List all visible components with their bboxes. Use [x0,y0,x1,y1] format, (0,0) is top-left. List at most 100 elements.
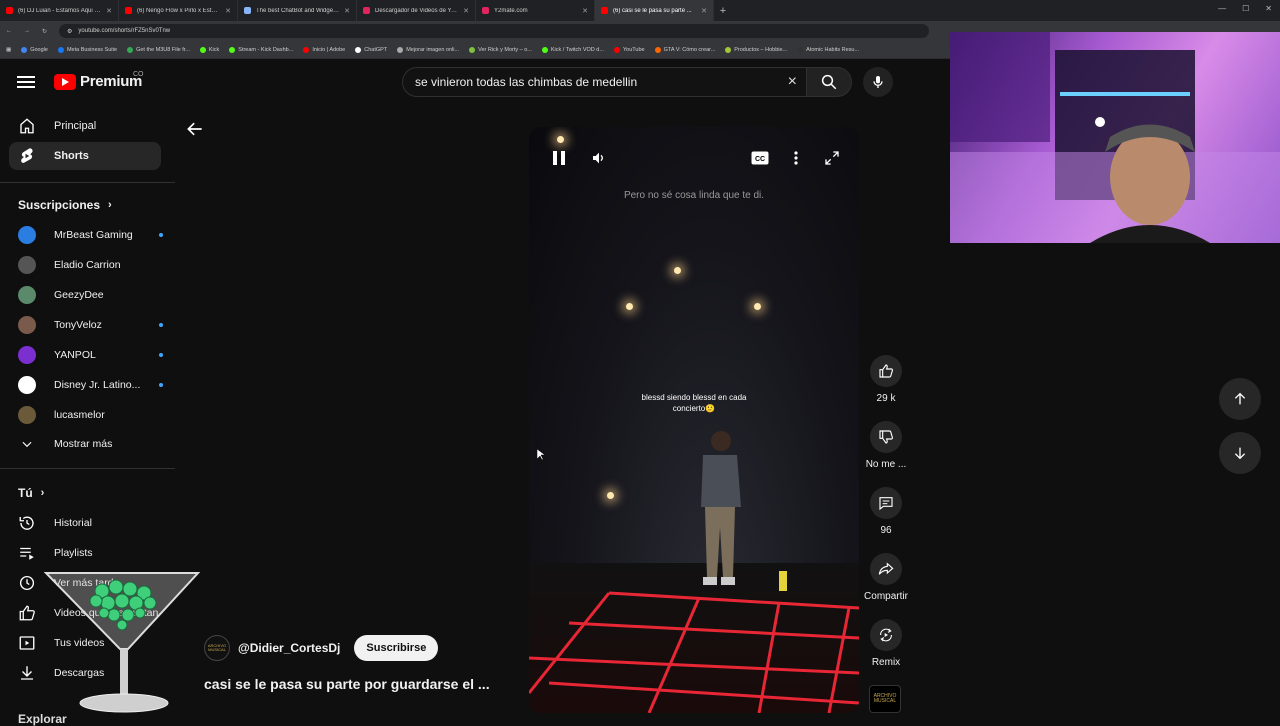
bookmark-item[interactable]: ChatGPT [355,46,387,53]
dislike-button[interactable] [870,421,902,453]
apps-icon[interactable]: ▦ [6,47,11,53]
bookmark-item[interactable]: Productos – Hobbie... [725,46,787,53]
sidebar-subscription[interactable]: MrBeast Gaming [18,223,163,247]
shorts-video-player[interactable]: CC Pero no sé cosa linda que te di. bles… [529,127,859,713]
bookmark-item[interactable]: Atomic Habits Resu... [797,46,859,53]
close-tab-icon[interactable]: ✕ [344,7,350,15]
previous-short-button[interactable] [1219,378,1261,420]
share-button[interactable] [870,553,902,585]
bookmark-favicon-icon [57,46,64,53]
cc-icon: CC [751,151,769,165]
sidebar-subscription[interactable]: lucasmelor [18,403,163,427]
close-tab-icon[interactable]: ✕ [463,7,469,15]
sidebar-subscription[interactable]: YANPOL [18,343,163,367]
bookmark-favicon-icon [725,46,732,53]
clock-icon [18,574,36,592]
like-button[interactable] [870,355,902,387]
search-button[interactable] [806,67,852,97]
comments-button[interactable] [870,487,902,519]
avatar [18,226,36,244]
performer [689,427,749,602]
bookmark-favicon-icon [21,46,28,53]
maximize-icon[interactable]: ☐ [1242,4,1249,13]
site-info-icon[interactable]: ⚙ [67,28,72,35]
reload-icon[interactable]: ↻ [42,28,47,35]
subscription-name: Eladio Carrion [54,259,121,271]
bookmark-label: Get the M3U8 File fr... [136,46,190,53]
remix-button[interactable] [870,619,902,651]
sidebar-subscription[interactable]: GeezyDee [18,283,163,307]
browser-tab[interactable]: Y2mate.com ✕ [476,0,595,21]
minimize-icon[interactable]: — [1218,4,1226,13]
avatar [18,316,36,334]
sidebar-item-playlist[interactable]: Playlists [18,541,163,565]
bookmark-item[interactable]: GTA V: Cómo crear... [654,46,716,53]
back-arrow-icon[interactable] [185,119,205,139]
avatar [18,346,36,364]
back-icon[interactable]: ← [6,28,12,34]
you-heading[interactable]: Tú › [18,486,44,500]
bookmark-item[interactable]: Get the M3U8 File fr... [127,46,190,53]
subscriptions-heading[interactable]: Suscripciones › [18,198,112,212]
chevron-right-icon: › [40,487,45,499]
show-more-button[interactable]: Mostrar más [18,432,163,456]
sidebar-subscription[interactable]: TonyVeloz [18,313,163,337]
url-text: youtube.com/shorts/rFZ5nSv0Tnw [78,28,171,34]
bookmark-item[interactable]: Stream - Kick Dashb... [229,46,293,53]
bookmark-label: GTA V: Cómo crear... [663,46,716,53]
close-window-icon[interactable]: ✕ [1265,4,1272,13]
bookmark-item[interactable]: Kick [199,46,219,53]
subscription-name: YANPOL [54,349,96,361]
bookmark-item[interactable]: Mejorar imagen onli... [397,46,460,53]
tab-title: (6) Ñengo Flow x Pirlo x Esteba... [137,7,221,14]
search-input[interactable]: se vinieron todas las chimbas de medelli… [415,75,788,89]
subscribe-button[interactable]: Suscribirse [354,635,439,661]
sidebar-item-history[interactable]: Historial [18,511,163,535]
pause-button[interactable] [550,149,568,167]
browser-tab[interactable]: (6) casi se le pasa su parte ... ✕ [595,0,714,21]
channel-avatar[interactable]: ARCHIVO MUSICAL [204,635,230,661]
bookmark-label: Meta Business Suite [66,46,118,53]
search-box[interactable]: se vinieron todas las chimbas de medelli… [402,67,810,97]
browser-tab[interactable]: (6) Ñengo Flow x Pirlo x Esteba... ✕ [119,0,238,21]
forward-icon[interactable]: → [24,28,30,34]
audio-source-thumbnail[interactable]: ARCHIVO MUSICAL [869,685,901,713]
more-options-button[interactable] [787,149,805,167]
browser-tab[interactable]: Descargador de Videos de You... ✕ [357,0,476,21]
close-tab-icon[interactable]: ✕ [582,7,588,15]
browser-tab[interactable]: (6) DJ Luian - Estamos Aqui ft. ... ✕ [0,0,119,21]
sidebar-subscription[interactable]: Disney Jr. Latino... [18,373,163,397]
tab-title: (6) casi se le pasa su parte ... [613,7,692,14]
new-tab-button[interactable]: + [714,5,732,17]
bookmark-item[interactable]: Kick / Twitch VOD d... [541,46,604,53]
bookmark-item[interactable]: YouTube [613,46,645,53]
bookmark-item[interactable]: Inicio | Adobe [303,46,345,53]
fullscreen-button[interactable] [823,149,841,167]
browser-tab[interactable]: The best ChatBot and Widgets... ✕ [238,0,357,21]
bookmark-item[interactable]: Ver Rick y Morty – o... [469,46,532,53]
captions-button[interactable]: CC [751,149,769,167]
sidebar-item-principal[interactable]: Principal [9,112,161,140]
bookmark-favicon-icon [303,46,310,53]
url-field[interactable]: ⚙ youtube.com/shorts/rFZ5nSv0Tnw [59,24,930,38]
sidebar-subscription[interactable]: Eladio Carrion [18,253,163,277]
youtube-premium-logo[interactable]: Premium [54,73,142,90]
bookmark-item[interactable]: Google [21,46,48,53]
stage-light [754,303,761,310]
stage-light [674,267,681,274]
close-tab-icon[interactable]: ✕ [225,7,231,15]
channel-name[interactable]: @Didier_CortesDj [238,641,340,655]
menu-icon[interactable] [17,73,35,91]
close-tab-icon[interactable]: ✕ [106,7,112,15]
volume-button[interactable] [590,149,608,167]
bookmark-label: Mejorar imagen onli... [406,46,460,53]
sidebar-item-shorts[interactable]: Shorts [9,142,161,170]
video-title[interactable]: casi se le pasa su parte por guardarse e… [204,676,490,692]
bookmark-item[interactable]: Meta Business Suite [57,46,118,53]
new-content-dot [159,383,163,387]
close-tab-icon[interactable]: ✕ [701,7,707,15]
voice-search-button[interactable] [863,67,893,97]
avatar [18,256,36,274]
next-short-button[interactable] [1219,432,1261,474]
clear-search-icon[interactable]: × [788,73,797,91]
